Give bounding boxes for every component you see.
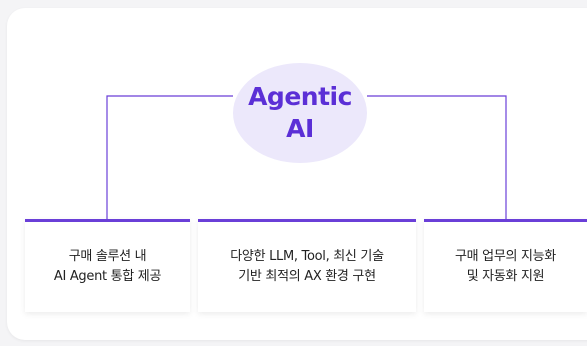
feature-text-line1: 다양한 LLM, Tool, 최신 기술 [230, 249, 384, 264]
center-title-line1: Agentic [248, 82, 352, 111]
feature-text-line2: AI Agent 통합 제공 [53, 269, 162, 284]
feature-text-line2: 기반 최적의 AX 환경 구현 [238, 269, 376, 284]
feature-box-automation: 구매 업무의 지능화 및 자동화 지원 [424, 219, 587, 312]
feature-box-integration: 구매 솔루션 내 AI Agent 통합 제공 [25, 219, 190, 312]
center-title-line2: AI [286, 114, 314, 143]
agentic-ai-circle: Agentic AI [233, 63, 367, 163]
feature-box-ax-environment: 다양한 LLM, Tool, 최신 기술 기반 최적의 AX 환경 구현 [198, 219, 416, 312]
feature-text-line2: 및 자동화 지원 [466, 269, 545, 284]
feature-text-line1: 구매 업무의 지능화 [455, 249, 556, 264]
feature-text-line1: 구매 솔루션 내 [68, 249, 147, 264]
